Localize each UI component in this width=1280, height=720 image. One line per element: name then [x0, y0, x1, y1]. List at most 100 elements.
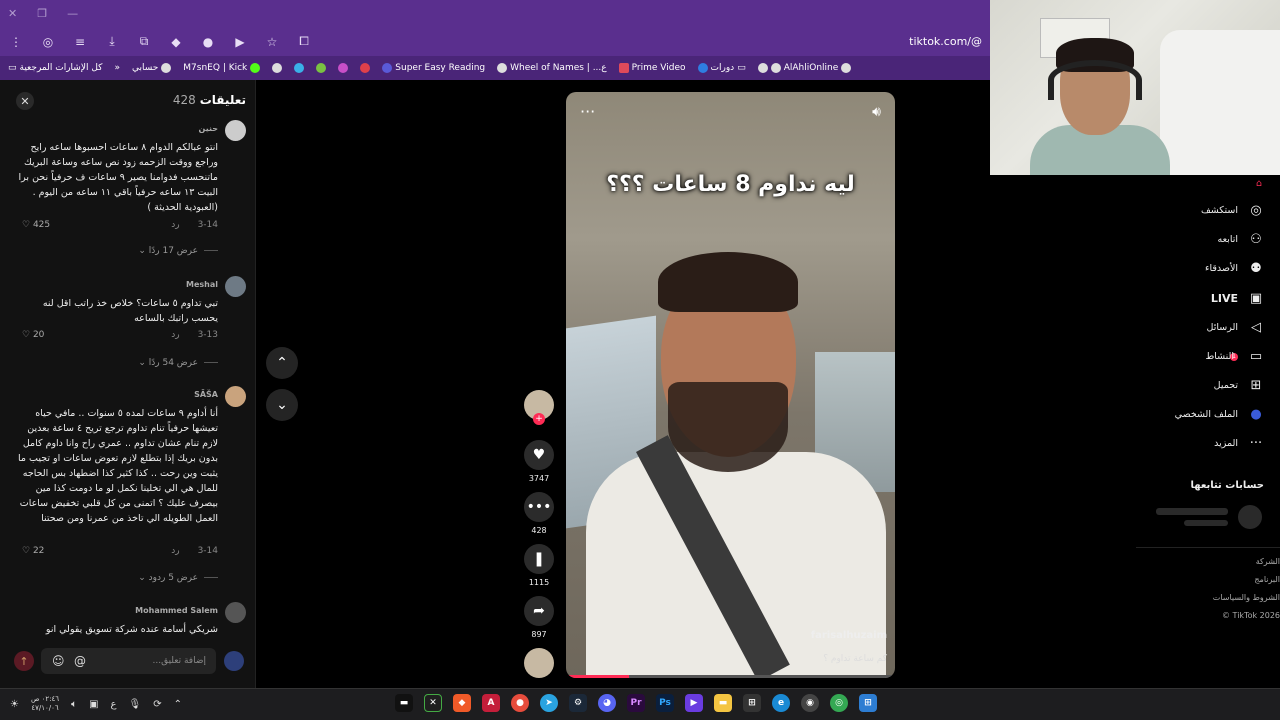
windows-icon[interactable]: ⊞ [859, 694, 877, 712]
more-options-icon[interactable]: ··· [580, 102, 595, 121]
emoji-icon[interactable]: ☺ [52, 654, 65, 668]
view-replies-button[interactable]: عرض 5 ردود ⌄ [118, 573, 218, 583]
reply-button[interactable]: رد [171, 546, 179, 556]
save-button[interactable]: ❚ 1115 [524, 544, 554, 587]
app-red-icon[interactable]: ● [511, 694, 529, 712]
comment-likes[interactable]: 425 ♡ [22, 220, 50, 230]
nav-more[interactable]: ··· المزيد [1214, 436, 1264, 451]
bookmark-site-c[interactable] [316, 63, 327, 73]
install-app-icon[interactable]: ⧠ [296, 34, 312, 50]
avatar[interactable] [225, 120, 246, 141]
clock[interactable]: ٠٢:٤٦ ص ٤٧/١٠/٠٦ [31, 695, 59, 713]
menu-icon[interactable]: ⋮ [8, 34, 24, 50]
puzzle-icon[interactable]: ⧉ [136, 34, 152, 50]
bookmark-site-a[interactable] [272, 63, 283, 73]
mention-icon[interactable]: @ [74, 654, 86, 668]
comment-user[interactable]: حنين [199, 124, 219, 133]
youtube-icon[interactable]: ▶ [232, 34, 248, 50]
send-icon[interactable]: ↑ [14, 651, 34, 671]
comment-user[interactable]: SĀŠA [194, 390, 218, 399]
app-a-icon[interactable]: A [482, 694, 500, 712]
bookmark-wheel[interactable]: Wheel of Names | ...ع [497, 63, 607, 73]
comment-user[interactable]: Meshal [186, 280, 218, 289]
nav-messages[interactable]: ◁ الرسائل [1207, 320, 1264, 335]
edge-icon[interactable]: e [772, 694, 790, 712]
comment-user[interactable]: Mohammed Salem [135, 606, 218, 615]
xbox-icon[interactable]: ✕ [424, 694, 442, 712]
video-progress-bar[interactable] [566, 675, 895, 678]
next-video-button[interactable]: ⌄ [266, 389, 298, 421]
view-replies-button[interactable]: عرض 17 ردًا ⌄ [118, 246, 218, 256]
video-author[interactable]: farisalhuzaim [811, 630, 887, 641]
avatar[interactable] [225, 276, 246, 297]
bookmark-account[interactable]: حسابي [132, 63, 172, 73]
bookmark-site-e[interactable] [360, 63, 371, 73]
volume-icon[interactable]: 🔈︎ [71, 699, 77, 710]
store-icon[interactable]: ⊞ [743, 694, 761, 712]
maximize-window-icon[interactable]: ❐ [37, 7, 47, 20]
nav-following[interactable]: ⚇ اتابعه [1218, 232, 1265, 247]
avatar[interactable] [225, 386, 246, 407]
obs-icon[interactable]: ◉ [801, 694, 819, 712]
footer-terms[interactable]: الشروط والسياسات [1213, 593, 1280, 602]
bookmark-super-easy[interactable]: Super Easy Reading [382, 63, 485, 73]
language-indicator[interactable]: ع [111, 699, 117, 710]
premiere-icon[interactable]: Pr [627, 694, 645, 712]
sound-avatar[interactable] [524, 648, 554, 678]
comment-likes[interactable]: 22 ♡ [22, 546, 44, 556]
footer-company[interactable]: الشركة [1256, 557, 1280, 566]
telegram-icon[interactable]: ➤ [540, 694, 558, 712]
bookmark-site-d[interactable] [338, 63, 349, 73]
nav-live[interactable]: ▣ LIVE [1211, 291, 1264, 306]
video-player[interactable]: ليه نداوم 8 ساعات ؟؟؟ ··· 🔊︎ farisalhuza… [566, 92, 895, 678]
like-button[interactable]: ♥ 3747 [524, 440, 554, 483]
bookmark-courses[interactable]: دورات ▭ [697, 63, 746, 73]
bookmark-kick[interactable]: M7snEQ | Kick [183, 63, 261, 73]
playlist-icon[interactable]: ≡ [72, 34, 88, 50]
bookmark-all[interactable]: ▭ كل الإشارات المرجعية [8, 63, 102, 73]
reply-button[interactable]: رد [171, 330, 179, 340]
comment-input[interactable]: إضافة تعليق... [41, 648, 216, 674]
discord-icon[interactable]: ◕ [598, 694, 616, 712]
download-icon[interactable]: ⤓ [104, 34, 120, 50]
steam-icon[interactable]: ⚙ [569, 694, 587, 712]
weather-icon[interactable]: ☀ [10, 699, 19, 710]
comment-button[interactable]: ••• 428 [524, 492, 554, 535]
minimize-window-icon[interactable]: — [67, 7, 78, 20]
bookmark-prime[interactable]: Prime Video [618, 63, 686, 73]
star-icon[interactable]: ☆ [264, 34, 280, 50]
sync-icon[interactable]: ⟳ [153, 699, 161, 710]
home-icon[interactable]: ⌂ [1256, 178, 1262, 189]
footer-program[interactable]: البرنامج [1254, 575, 1280, 584]
nav-friends[interactable]: ⚉ الأصدقاء [1205, 261, 1264, 276]
network-icon[interactable]: ▣ [89, 699, 98, 710]
photoshop-icon[interactable]: Ps [656, 694, 674, 712]
microphone-icon[interactable]: 🎙︎ [129, 699, 142, 710]
avatar[interactable] [225, 602, 246, 623]
view-replies-button[interactable]: عرض 54 ردًا ⌄ [118, 358, 218, 368]
reply-button[interactable]: رد [171, 220, 179, 230]
nav-activity[interactable]: ▭ 1 النشاط [1205, 349, 1264, 364]
creator-avatar[interactable]: + [524, 390, 554, 425]
file-explorer-icon[interactable]: ▬ [714, 694, 732, 712]
follow-plus-icon[interactable]: + [533, 413, 545, 425]
previous-video-button[interactable]: ⌃ [266, 347, 298, 379]
close-icon[interactable]: ✕ [16, 92, 34, 110]
bookmark-more[interactable]: » [114, 63, 120, 73]
comment-likes[interactable]: 20 ♡ [22, 330, 44, 340]
nav-upload[interactable]: ⊞ تحميل [1214, 378, 1264, 393]
extension-icon[interactable]: ◎ [40, 34, 56, 50]
nav-profile[interactable]: ● الملف الشخصي [1175, 407, 1264, 422]
diamond-icon[interactable]: ◆ [168, 34, 184, 50]
share-button[interactable]: ➦ 897 [524, 596, 554, 639]
chrome-icon[interactable]: ◎ [830, 694, 848, 712]
bookmark-site-b[interactable] [294, 63, 305, 73]
terminal-icon[interactable]: ▬ [395, 694, 413, 712]
address-bar[interactable]: tiktok.com/@ [909, 35, 982, 48]
volume-icon[interactable]: 🔊︎ [872, 104, 881, 120]
brave-icon[interactable]: ◆ [453, 694, 471, 712]
nav-explore[interactable]: ◎ استكشف [1201, 203, 1264, 218]
chevron-up-icon[interactable]: ⌃ [174, 699, 182, 710]
sponsor-icon[interactable]: ● [200, 34, 216, 50]
app-purple-icon[interactable]: ▶ [685, 694, 703, 712]
